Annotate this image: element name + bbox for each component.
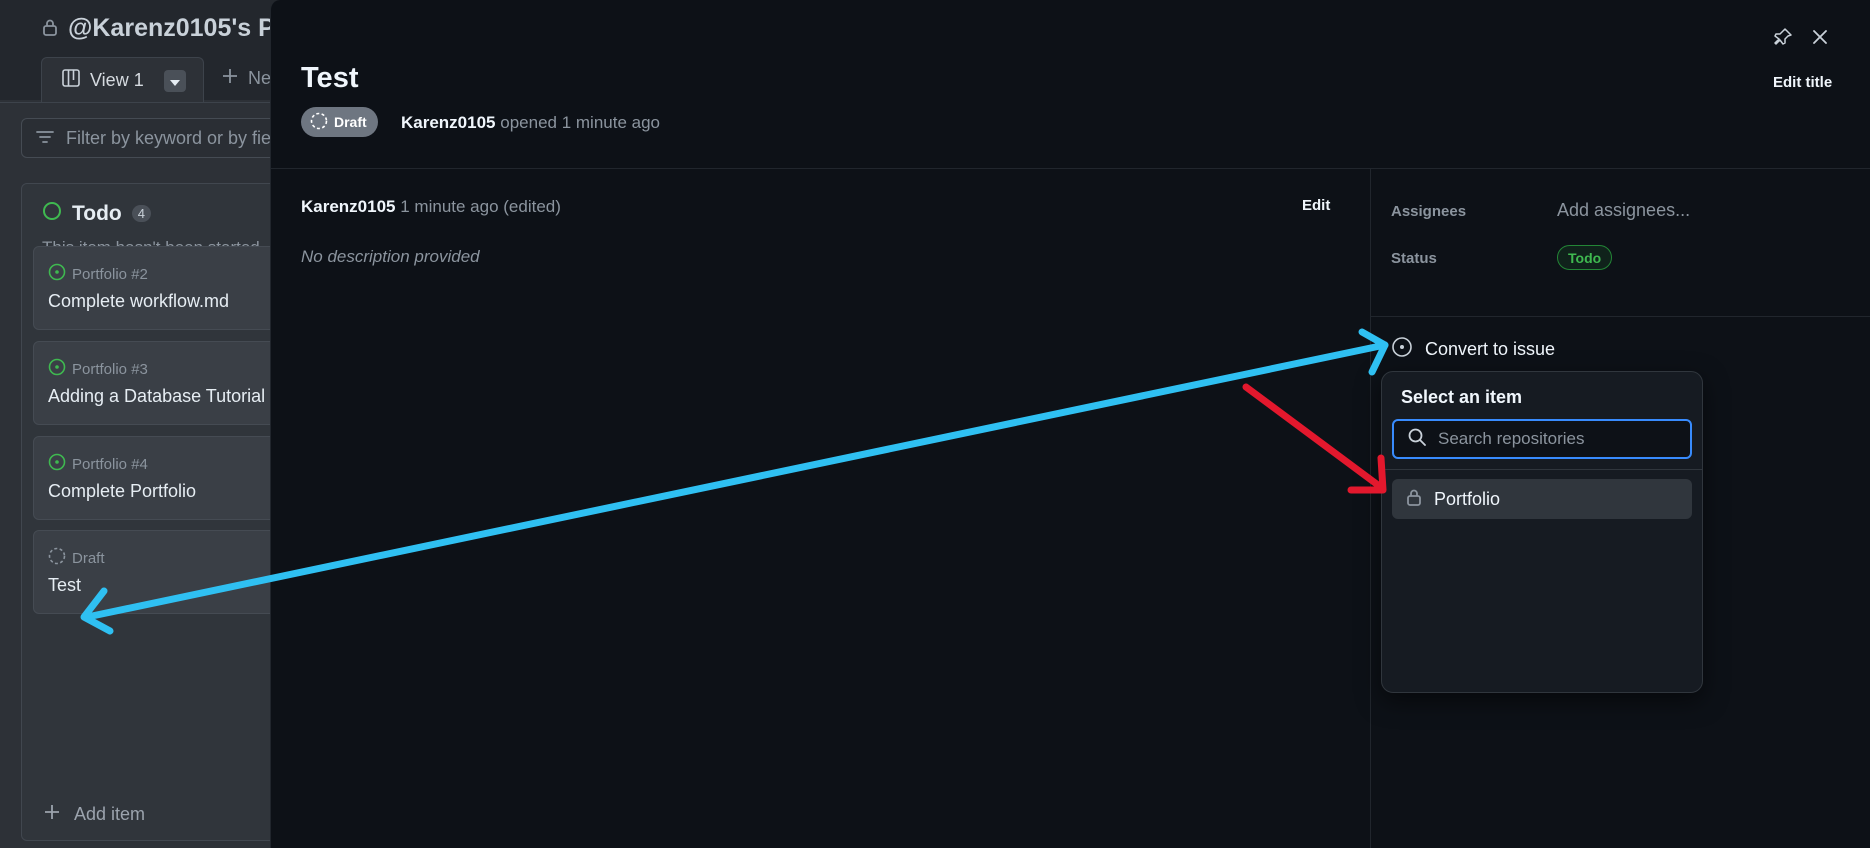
add-item-button[interactable]: Add item xyxy=(44,804,145,825)
item-title: Test xyxy=(301,62,359,94)
add-assignees-button[interactable]: Add assignees... xyxy=(1557,200,1690,221)
opened-text: opened 1 minute ago xyxy=(500,113,660,132)
opened-info: Karenz0105 opened 1 minute ago xyxy=(401,113,660,133)
board-title-text: @Karenz0105's Po xyxy=(68,14,291,42)
add-item-label: Add item xyxy=(74,804,146,824)
edit-title-button[interactable]: Edit title xyxy=(1773,74,1832,91)
column-header: Todo 4 xyxy=(42,201,151,226)
repository-search-field[interactable] xyxy=(1392,419,1692,459)
filter-icon xyxy=(36,128,54,149)
select-repository-dropdown: Select an item Portfolio xyxy=(1381,371,1703,693)
new-view-label: Ne xyxy=(248,68,272,88)
comment-header: Karenz0105 1 minute ago (edited) xyxy=(301,197,561,217)
status-field-value[interactable]: Todo xyxy=(1557,245,1613,270)
card-title: Complete Portfolio xyxy=(48,481,197,501)
board-card[interactable]: Portfolio #3 Adding a Database Tutorial xyxy=(33,341,300,425)
search-icon xyxy=(1408,428,1426,451)
status-circle-icon xyxy=(42,201,62,226)
column-title: Todo xyxy=(72,201,122,225)
plus-icon xyxy=(44,804,60,825)
card-meta: Draft xyxy=(48,547,105,569)
card-meta: Portfolio #3 xyxy=(48,358,148,380)
card-title: Adding a Database Tutorial xyxy=(48,386,266,406)
tab-divider xyxy=(0,102,300,103)
comment-body: No description provided xyxy=(301,247,480,266)
author-link[interactable]: Karenz0105 xyxy=(401,113,496,132)
edit-comment-button[interactable]: Edit xyxy=(1302,197,1330,214)
plus-icon xyxy=(222,68,238,89)
status-label: Status xyxy=(1391,250,1437,267)
card-meta-text: Draft xyxy=(72,549,105,567)
filter-placeholder: Filter by keyword or by fiel xyxy=(66,127,276,148)
assignees-label: Assignees xyxy=(1391,203,1467,220)
card-meta-text: Portfolio #4 xyxy=(72,455,148,473)
draft-state-badge: Draft xyxy=(301,107,378,137)
convert-to-issue-button[interactable]: Convert to issue xyxy=(1391,336,1555,363)
lock-icon xyxy=(1406,488,1422,511)
tab-view-label: View 1 xyxy=(90,70,144,90)
board-card[interactable]: Draft Test xyxy=(33,530,300,614)
issue-open-icon xyxy=(48,453,66,475)
draft-icon xyxy=(48,547,66,569)
close-button[interactable] xyxy=(1807,26,1833,52)
todo-column: Todo 4 This item hasn't been started Por… xyxy=(21,183,300,841)
board-card[interactable]: Portfolio #2 Complete workflow.md xyxy=(33,246,300,330)
convert-to-issue-label: Convert to issue xyxy=(1425,339,1556,359)
comment-author[interactable]: Karenz0105 xyxy=(301,197,396,216)
dropdown-title: Select an item xyxy=(1401,387,1523,407)
project-board: @Karenz0105's Po View 1 Ne Filter by key… xyxy=(0,0,300,848)
lock-icon xyxy=(42,14,58,43)
issue-open-icon xyxy=(1391,336,1413,363)
card-meta-text: Portfolio #3 xyxy=(72,360,148,378)
close-icon xyxy=(1813,29,1827,49)
pin-icon xyxy=(1773,27,1793,52)
board-title: @Karenz0105's Po xyxy=(42,14,290,43)
tab-view-1[interactable]: View 1 xyxy=(41,57,204,103)
board-view-icon xyxy=(62,69,80,92)
card-title: Complete workflow.md xyxy=(48,291,230,311)
issue-open-icon xyxy=(48,263,66,285)
card-meta: Portfolio #4 xyxy=(48,453,148,475)
item-side-panel: Test Edit title Draft Karenz0105 opened … xyxy=(270,0,1870,848)
draft-state-label: Draft xyxy=(334,114,367,130)
repository-search-input[interactable] xyxy=(1438,429,1678,449)
board-card[interactable]: Portfolio #4 Complete Portfolio xyxy=(33,436,300,520)
card-title: Test xyxy=(48,575,82,595)
dropdown-divider xyxy=(1382,469,1702,470)
repository-option-portfolio[interactable]: Portfolio xyxy=(1392,479,1692,519)
repository-option-label: Portfolio xyxy=(1434,488,1501,509)
draft-icon xyxy=(310,112,328,133)
panel-divider xyxy=(271,168,1870,169)
issue-open-icon xyxy=(48,358,66,380)
sidebar-divider xyxy=(1371,316,1870,317)
view-options-button[interactable] xyxy=(163,69,186,92)
card-meta: Portfolio #2 xyxy=(48,263,148,285)
column-count: 4 xyxy=(131,205,151,222)
comment-time: 1 minute ago (edited) xyxy=(400,197,561,216)
pin-button[interactable] xyxy=(1770,26,1796,52)
filter-input[interactable]: Filter by keyword or by fiel xyxy=(21,118,300,158)
card-meta-text: Portfolio #2 xyxy=(72,265,148,283)
panel-column-divider xyxy=(1370,169,1371,848)
new-view-button[interactable]: Ne xyxy=(222,68,271,89)
caret-down-icon xyxy=(169,70,180,91)
